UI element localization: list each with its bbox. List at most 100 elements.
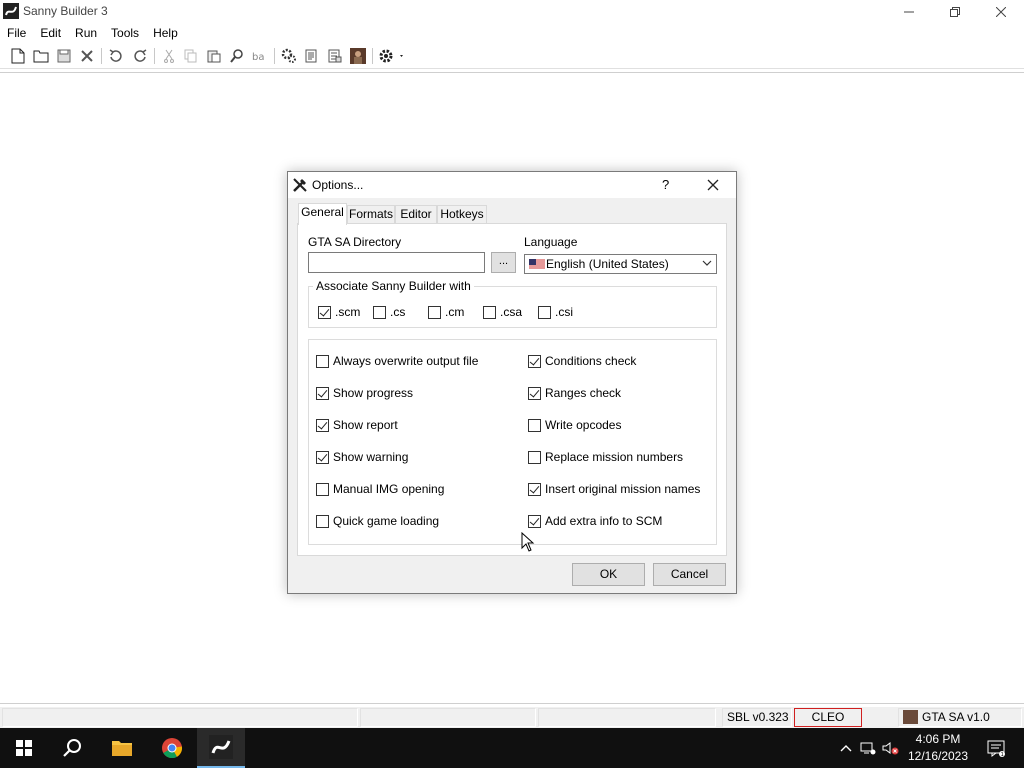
checkbox-box[interactable] bbox=[528, 482, 541, 496]
tab-formats[interactable]: Formats bbox=[347, 205, 395, 224]
list-button[interactable] bbox=[325, 46, 345, 66]
start-button[interactable] bbox=[0, 728, 48, 768]
checkbox-box[interactable] bbox=[528, 354, 541, 368]
menu-file[interactable]: File bbox=[0, 24, 33, 42]
restore-button[interactable] bbox=[932, 0, 978, 24]
find-button[interactable] bbox=[227, 46, 247, 66]
assoc-csa-label: .csa bbox=[500, 305, 523, 319]
manual-img-checkbox[interactable]: Manual IMG opening bbox=[316, 482, 444, 496]
checkbox-box[interactable] bbox=[528, 386, 541, 400]
close-file-button[interactable] bbox=[77, 46, 97, 66]
tab-hotkeys[interactable]: Hotkeys bbox=[437, 205, 487, 224]
svg-text:1: 1 bbox=[1001, 752, 1004, 757]
checkbox-box[interactable] bbox=[528, 514, 541, 528]
quick-game-loading-checkbox[interactable]: Quick game loading bbox=[316, 514, 439, 528]
sanny-builder-taskbar-button[interactable] bbox=[197, 728, 245, 768]
associate-group-title: Associate Sanny Builder with bbox=[313, 279, 474, 293]
menu-tools[interactable]: Tools bbox=[104, 24, 146, 42]
taskbar-clock[interactable]: 4:06 PM 12/16/2023 bbox=[905, 731, 971, 765]
browse-button[interactable]: ... bbox=[491, 252, 516, 273]
menu-help[interactable]: Help bbox=[146, 24, 185, 42]
new-file-button[interactable] bbox=[8, 46, 28, 66]
checkbox-box[interactable] bbox=[316, 514, 329, 528]
checkbox-box[interactable] bbox=[316, 482, 329, 496]
menu-run[interactable]: Run bbox=[68, 24, 104, 42]
ok-button[interactable]: OK bbox=[572, 563, 645, 586]
assoc-csi-checkbox[interactable]: .csi bbox=[538, 305, 573, 319]
close-window-button[interactable] bbox=[978, 0, 1024, 24]
minimize-button[interactable] bbox=[886, 0, 932, 24]
always-overwrite-checkbox[interactable]: Always overwrite output file bbox=[316, 354, 478, 368]
chevron-up-icon[interactable] bbox=[840, 744, 852, 752]
checkbox-box[interactable] bbox=[428, 305, 441, 319]
toolbar-separator bbox=[101, 48, 102, 64]
game-version-label: GTA SA v1.0 bbox=[922, 710, 990, 724]
replace-mission-numbers-checkbox[interactable]: Replace mission numbers bbox=[528, 450, 683, 464]
paste-button[interactable] bbox=[204, 46, 224, 66]
cleo-status[interactable]: CLEO bbox=[794, 708, 862, 727]
save-button[interactable] bbox=[54, 46, 74, 66]
checkbox-box[interactable] bbox=[316, 418, 329, 432]
toolbar-separator bbox=[274, 48, 275, 64]
status-panel bbox=[538, 708, 716, 727]
assoc-csa-checkbox[interactable]: .csa bbox=[483, 305, 522, 319]
document-button[interactable] bbox=[301, 46, 321, 66]
assoc-cs-checkbox[interactable]: .cs bbox=[373, 305, 405, 319]
tab-general[interactable]: General bbox=[298, 203, 347, 225]
clock-time: 4:06 PM bbox=[915, 732, 961, 746]
chrome-button[interactable] bbox=[148, 728, 196, 768]
options-button[interactable] bbox=[279, 46, 299, 66]
dialog-title-bar[interactable]: Options... ? bbox=[288, 172, 736, 198]
menu-edit[interactable]: Edit bbox=[33, 24, 68, 42]
checkbox-box[interactable] bbox=[483, 305, 496, 319]
dialog-close-button[interactable] bbox=[700, 175, 726, 195]
close-icon bbox=[707, 179, 719, 191]
checkbox-box[interactable] bbox=[318, 305, 331, 319]
close-icon bbox=[81, 50, 93, 62]
checkbox-label: Ranges check bbox=[545, 386, 622, 400]
show-report-checkbox[interactable]: Show report bbox=[316, 418, 398, 432]
checkbox-label: Add extra info to SCM bbox=[545, 514, 663, 528]
insert-mission-names-checkbox[interactable]: Insert original mission names bbox=[528, 482, 700, 496]
game-version-panel[interactable]: GTA SA v1.0 bbox=[898, 708, 1022, 727]
svg-text:ba: ba bbox=[252, 52, 264, 63]
chevron-down-icon bbox=[702, 260, 712, 266]
checkbox-box[interactable] bbox=[538, 305, 551, 319]
ranges-check-checkbox[interactable]: Ranges check bbox=[528, 386, 621, 400]
checkbox-box[interactable] bbox=[316, 354, 329, 368]
language-select[interactable]: English (United States) bbox=[524, 254, 717, 274]
conditions-check-checkbox[interactable]: Conditions check bbox=[528, 354, 636, 368]
checkbox-box[interactable] bbox=[528, 450, 541, 464]
checkbox-box[interactable] bbox=[528, 418, 541, 432]
file-explorer-button[interactable] bbox=[98, 728, 146, 768]
checkbox-box[interactable] bbox=[316, 450, 329, 464]
help-button[interactable]: ? bbox=[662, 177, 669, 192]
show-progress-checkbox[interactable]: Show progress bbox=[316, 386, 413, 400]
cut-button[interactable] bbox=[159, 46, 179, 66]
redo-button[interactable] bbox=[130, 46, 150, 66]
open-folder-icon bbox=[33, 50, 49, 63]
volume-muted-icon[interactable] bbox=[882, 741, 900, 755]
add-extra-info-checkbox[interactable]: Add extra info to SCM bbox=[528, 514, 662, 528]
checkbox-box[interactable] bbox=[373, 305, 386, 319]
write-opcodes-checkbox[interactable]: Write opcodes bbox=[528, 418, 621, 432]
replace-button[interactable]: ba bbox=[250, 46, 270, 66]
assoc-scm-checkbox[interactable]: .scm bbox=[318, 305, 360, 319]
checkbox-box[interactable] bbox=[316, 386, 329, 400]
undo-button[interactable] bbox=[106, 46, 126, 66]
network-icon[interactable] bbox=[860, 741, 876, 755]
settings-dropdown-button[interactable] bbox=[377, 46, 407, 66]
minimize-icon bbox=[904, 11, 914, 13]
copy-button[interactable] bbox=[181, 46, 201, 66]
notifications-button[interactable]: 1 bbox=[976, 728, 1016, 768]
taskbar-search-button[interactable] bbox=[48, 728, 96, 768]
show-warning-checkbox[interactable]: Show warning bbox=[316, 450, 408, 464]
document-icon bbox=[305, 49, 317, 63]
cancel-button[interactable]: Cancel bbox=[653, 563, 726, 586]
gta-directory-input[interactable] bbox=[308, 252, 485, 273]
tab-editor[interactable]: Editor bbox=[395, 205, 437, 224]
open-file-button[interactable] bbox=[31, 46, 51, 66]
assoc-cm-checkbox[interactable]: .cm bbox=[428, 305, 464, 319]
us-flag-icon bbox=[529, 259, 545, 270]
game-image-button[interactable] bbox=[348, 46, 368, 66]
